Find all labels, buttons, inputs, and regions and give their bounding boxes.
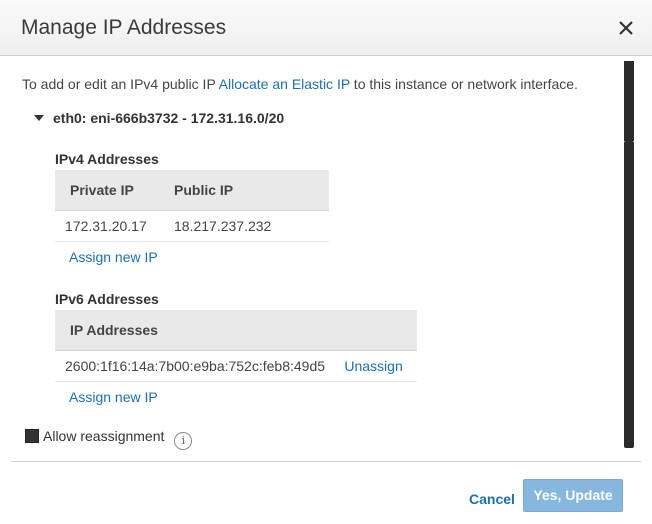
table-row: 2600:1f16:14a:7b00:e9ba:752c:feb8:49d5 U… — [55, 350, 417, 382]
ipv4-col-private-ip: Private IP — [55, 170, 159, 211]
dialog-body: To add or edit an IPv4 public IP Allocat… — [0, 56, 622, 452]
interface-label: eth0: eni-666b3732 - 172.31.16.0/20 — [53, 110, 285, 126]
ipv4-col-public-ip: Public IP — [159, 170, 329, 211]
dialog-header: Manage IP Addresses — [0, 0, 652, 56]
yes-update-button[interactable]: Yes, Update — [523, 479, 623, 512]
public-ip-value: 18.217.237.232 — [159, 210, 329, 242]
allow-reassignment-label: Allow reassignment — [43, 428, 165, 444]
allocate-elastic-ip-link[interactable]: Allocate an Elastic IP — [219, 76, 350, 92]
caret-down-icon[interactable] — [34, 115, 44, 121]
allow-reassignment-row: Allow reassignment i — [25, 428, 193, 450]
footer-divider — [11, 461, 641, 462]
ipv6-assign-new-ip-link[interactable]: Assign new IP — [69, 389, 158, 405]
dialog-title: Manage IP Addresses — [21, 16, 227, 39]
intro-text-after: to this instance or network interface. — [349, 76, 578, 92]
cancel-button[interactable]: Cancel — [469, 491, 515, 507]
ipv6-table: IP Addresses 2600:1f16:14a:7b00:e9ba:752… — [55, 310, 417, 382]
intro-text: To add or edit an IPv4 public IP Allocat… — [22, 76, 578, 92]
manage-ip-dialog: Manage IP Addresses To add or edit an IP… — [0, 0, 652, 524]
allow-reassignment-checkbox[interactable] — [25, 429, 39, 443]
interface-toggle[interactable]: eth0: eni-666b3732 - 172.31.16.0/20 — [34, 110, 284, 126]
ipv4-section-label: IPv4 Addresses — [55, 151, 159, 167]
info-icon[interactable]: i — [174, 432, 193, 450]
unassign-link[interactable]: Unassign — [344, 358, 402, 374]
ipv6-action-cell: Unassign — [332, 350, 417, 382]
table-row: 172.31.20.17 18.217.237.232 — [55, 210, 329, 242]
ipv6-section-label: IPv6 Addresses — [55, 291, 159, 307]
ipv6-col-ip-addresses: IP Addresses — [55, 310, 417, 351]
private-ip-value: 172.31.20.17 — [55, 210, 159, 242]
scrollbar-rail[interactable] — [624, 61, 634, 141]
ipv6-address-value: 2600:1f16:14a:7b00:e9ba:752c:feb8:49d5 — [55, 350, 333, 382]
scrollbar-thumb[interactable] — [624, 141, 634, 448]
ipv4-assign-new-ip-link[interactable]: Assign new IP — [69, 249, 158, 265]
ipv4-table: Private IP Public IP 172.31.20.17 18.217… — [55, 170, 329, 242]
intro-text-before: To add or edit an IPv4 public IP — [22, 76, 219, 92]
close-icon[interactable] — [612, 14, 640, 42]
